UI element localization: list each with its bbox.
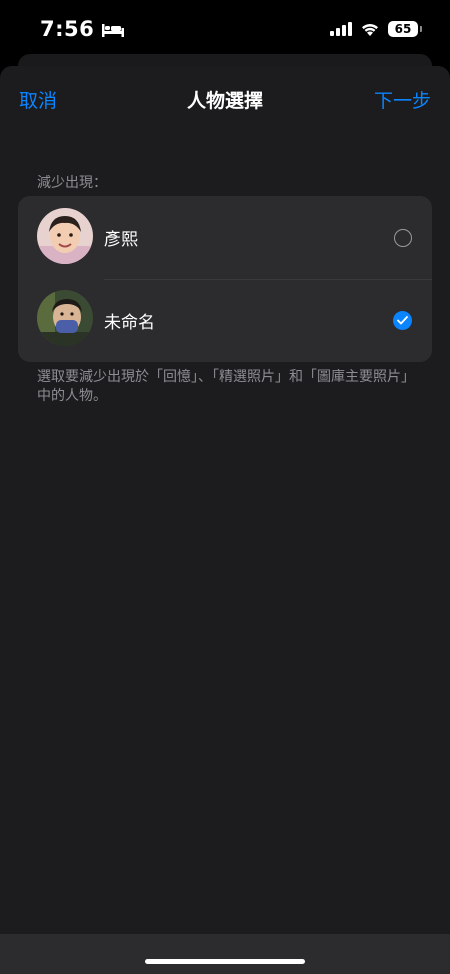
checkmark-selected-icon[interactable] (393, 311, 412, 330)
bottom-bar (0, 934, 450, 974)
signal-icon (330, 22, 352, 36)
cancel-button[interactable]: 取消 (19, 86, 57, 113)
avatar (37, 290, 93, 346)
person-row-0[interactable]: 彥熙 (18, 196, 432, 279)
home-indicator[interactable] (145, 959, 305, 964)
screen: 7:56 65 取消 人物選擇 下一步 減少出現： 彥熙 未命名 選取要減少出現… (0, 0, 450, 974)
people-selection-sheet: 取消 人物選擇 下一步 減少出現： 彥熙 未命名 選取要減少出現於「回憶」、「精… (0, 66, 450, 974)
avatar (37, 208, 93, 264)
status-right: 65 (330, 21, 422, 37)
section-header: 減少出現： (37, 175, 107, 191)
person-row-1[interactable]: 未命名 (18, 279, 432, 362)
status-bar: 7:56 65 (0, 0, 450, 58)
nav-bar: 取消 人物選擇 下一步 (0, 66, 450, 130)
status-left: 7:56 (40, 17, 125, 41)
radio-unselected-icon[interactable] (394, 228, 412, 247)
bed-icon (102, 22, 125, 37)
person-name: 彥熙 (104, 230, 138, 250)
person-name: 未命名 (104, 313, 155, 333)
status-time: 7:56 (40, 17, 95, 41)
battery-icon: 65 (388, 21, 422, 37)
next-button[interactable]: 下一步 (374, 86, 431, 113)
footer-note: 選取要減少出現於「回憶」、「精選照片」和「圖庫主要照片」中的人物。 (37, 369, 415, 404)
wifi-icon (360, 21, 380, 37)
people-list: 彥熙 未命名 (18, 196, 432, 362)
